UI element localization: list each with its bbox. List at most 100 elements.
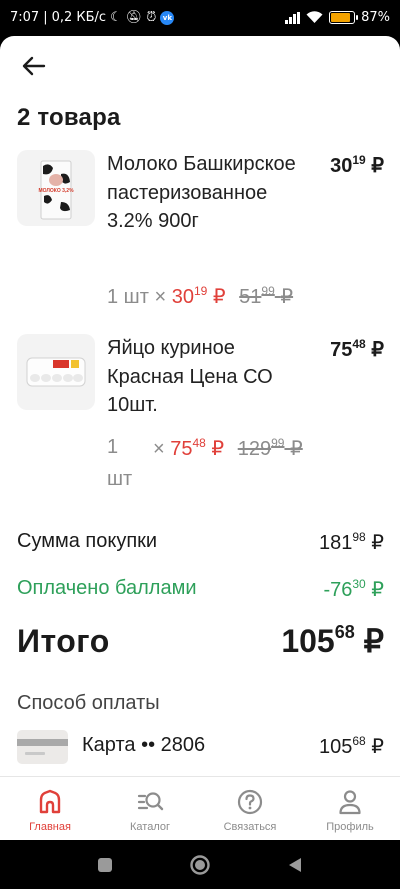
- points-row: Оплачено баллами -7630 ₽: [17, 577, 384, 602]
- silent-bell-icon: 🔕︎: [125, 10, 143, 25]
- sale-price-frac: 19: [193, 284, 208, 298]
- product-total: 3019 ₽: [330, 153, 384, 178]
- sale-price-int: 75: [170, 438, 193, 460]
- product-qty: 1 шт: [107, 286, 149, 308]
- egg-tray-icon: [26, 357, 86, 387]
- milk-pack-label: МОЛОКО 3,2%: [38, 188, 74, 194]
- tab-profile-label: Профиль: [326, 821, 374, 833]
- currency-sign: ₽: [371, 532, 384, 554]
- product-total-int: 30: [330, 155, 353, 177]
- page-title: 2 товара: [17, 104, 121, 131]
- sale-price-int: 30: [171, 286, 194, 308]
- tab-contact[interactable]: Связаться: [200, 777, 300, 840]
- total-int: 105: [281, 623, 335, 659]
- wifi-icon: [306, 11, 323, 23]
- tab-contact-label: Связаться: [223, 821, 277, 833]
- milk-pack-icon: МОЛОКО 3,2%: [38, 160, 74, 220]
- card-icon: [17, 730, 68, 764]
- points-value: -7630 ₽: [323, 577, 384, 602]
- arrow-left-icon: [22, 56, 46, 76]
- currency-sign: ₽: [371, 579, 384, 601]
- profile-icon: [339, 790, 361, 815]
- status-bar: 7:07 | 0,2 КБ/с ☾ 🔕︎ ⏰︎ vk 87%: [0, 0, 400, 38]
- recents-button[interactable]: [94, 854, 116, 876]
- currency-sign: ₽: [371, 339, 384, 361]
- card-sum: 10568 ₽: [319, 734, 384, 759]
- moon-icon: ☾: [110, 10, 122, 25]
- times-sign: ×: [153, 438, 165, 460]
- currency-sign: ₽: [290, 438, 303, 460]
- purchase-sum-frac: 98: [352, 530, 366, 544]
- currency-sign: ₽: [371, 736, 384, 758]
- card-label: Карта •• 2806: [82, 734, 206, 756]
- status-time: 7:07: [10, 10, 40, 25]
- tab-profile[interactable]: Профиль: [300, 777, 400, 840]
- points-int: -76: [323, 579, 353, 601]
- old-price: 5199 ₽: [239, 284, 294, 308]
- alarm-icon: ⏰︎: [146, 10, 157, 25]
- product-name: Молоко Башкирское пастеризованное 3.2% 9…: [107, 153, 296, 232]
- back-system-button[interactable]: [284, 854, 306, 876]
- purchase-sum-row: Сумма покупки 18198 ₽: [17, 530, 384, 555]
- circle-icon: [190, 855, 210, 875]
- currency-sign: ₽: [371, 155, 384, 177]
- total-label: Итого: [17, 622, 110, 659]
- old-price-frac: 99: [261, 284, 275, 298]
- total-row: Итого 10568 ₽: [17, 622, 384, 660]
- points-frac: 30: [352, 577, 366, 591]
- product-total-int: 75: [330, 339, 353, 361]
- battery-icon: [329, 11, 359, 24]
- currency-sign: ₽: [363, 623, 384, 659]
- product-total: 7548 ₽: [330, 337, 384, 362]
- currency-sign: ₽: [280, 286, 294, 308]
- catalog-search-icon: [137, 792, 164, 811]
- bottom-nav: Главная Каталог Связаться Профиль: [0, 776, 400, 840]
- points-label: Оплачено баллами: [17, 577, 197, 599]
- battery-percent: 87%: [361, 10, 390, 25]
- product-image-milk: МОЛОКО 3,2%: [17, 150, 95, 226]
- currency-sign: ₽: [211, 438, 225, 460]
- sale-price: 3019 ₽: [171, 284, 226, 308]
- help-question-icon: [237, 789, 263, 815]
- old-price-frac: 99: [271, 436, 285, 450]
- product-qty-number-eggs: 1: [107, 436, 119, 458]
- status-left: 7:07 | 0,2 КБ/с ☾ 🔕︎ ⏰︎ vk: [10, 10, 175, 25]
- list-item-eggs[interactable]: Яйцо куриное Красная Цена СО 10шт. 7548 …: [0, 334, 400, 494]
- payment-title: Способ оплаты: [17, 692, 160, 714]
- product-total-frac: 19: [352, 153, 366, 167]
- old-price-int: 51: [239, 286, 262, 308]
- tab-home[interactable]: Главная: [0, 777, 100, 840]
- sale-price-frac: 48: [192, 436, 206, 450]
- product-image-eggs: [17, 334, 95, 410]
- system-nav-bar: [0, 840, 400, 889]
- triangle-back-icon: [289, 858, 301, 872]
- old-price: 12999 ₽: [237, 436, 303, 460]
- total-value: 10568 ₽: [281, 622, 384, 660]
- status-right: 87%: [285, 10, 390, 25]
- product-price-line-eggs: × 7548 ₽ 12999 ₽: [153, 436, 303, 461]
- product-name: Яйцо куриное Красная Цена СО 10шт.: [107, 337, 273, 416]
- vk-icon: vk: [160, 10, 175, 25]
- product-price-line-milk: 1 шт × 3019 ₽ 5199 ₽: [107, 284, 293, 309]
- purchase-sum-int: 181: [318, 532, 353, 554]
- tab-catalog[interactable]: Каталог: [100, 777, 200, 840]
- sale-price: 7548 ₽: [170, 436, 225, 460]
- tab-catalog-label: Каталог: [130, 821, 170, 833]
- tab-home-label: Главная: [29, 821, 71, 833]
- home-system-button[interactable]: [189, 854, 211, 876]
- square-icon: [98, 858, 112, 872]
- product-qty-unit-eggs: шт: [107, 468, 133, 490]
- order-screen: 2 товара МОЛОКО 3,2% Молоко Башкирское п…: [0, 36, 400, 776]
- status-network-speed: 0,2 КБ/с: [51, 10, 107, 25]
- signal-icon: [285, 11, 301, 24]
- old-price-int: 129: [237, 438, 272, 460]
- purchase-sum-label: Сумма покупки: [17, 530, 158, 552]
- status-separator: |: [43, 10, 48, 25]
- back-button[interactable]: [20, 54, 50, 78]
- purchase-sum-value: 18198 ₽: [319, 530, 384, 555]
- currency-sign: ₽: [212, 286, 226, 308]
- home-icon: [39, 789, 61, 814]
- total-frac: 68: [334, 622, 355, 642]
- product-total-frac: 48: [352, 337, 366, 351]
- times-sign: ×: [154, 286, 167, 308]
